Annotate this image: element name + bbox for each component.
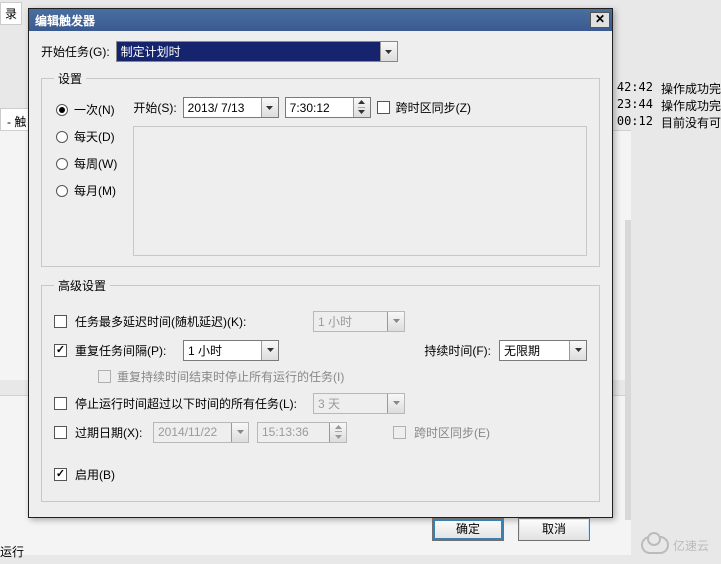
spinner-arrows-icon [353,98,370,117]
radio-icon [56,158,68,170]
enabled-label: 启用(B) [75,466,115,483]
chevron-down-icon [569,341,586,360]
bg-time: 23:44 [617,97,653,114]
bg-time: 42:42 [617,80,653,97]
duration-combo[interactable]: 无限期 [499,340,587,361]
tz-sync2-label: 跨时区同步(E) [414,424,490,441]
start-label: 开始(S): [133,99,176,116]
bg-scrollbar [625,220,631,520]
ok-button[interactable]: 确定 [432,518,504,541]
delay-checkbox[interactable] [54,315,67,328]
radio-weekly[interactable]: 每周(W) [56,155,117,172]
schedule-radios: 一次(N) 每天(D) 每周(W) 每月(M) [54,97,117,256]
repeat-checkbox[interactable] [54,344,67,357]
watermark: 亿速云 [641,536,709,554]
bg-msg: 目前没有可 [661,114,721,131]
stop-after-repeat-label: 重复持续时间结束时停止所有运行的任务(I) [117,368,344,385]
spinner-arrows-icon [329,423,346,442]
stop-if-longer-combo: 3 天 [313,393,405,414]
settings-legend: 设置 [54,70,86,87]
tz-sync-checkbox[interactable] [377,101,390,114]
chevron-down-icon [261,341,278,360]
bg-log-rows: 42:42 操作成功完 23:44 操作成功完 00:12 目前没有可 [617,80,721,131]
edit-trigger-dialog: 编辑触发器 ✕ 开始任务(G): 制定计划时 设置 一次(N) 每天(D) 每周… [28,8,613,518]
enabled-checkbox[interactable] [54,468,67,481]
bg-running: 运行 [0,543,24,560]
stop-if-longer-checkbox[interactable] [54,397,67,410]
chevron-down-icon [387,312,404,331]
dialog-title: 编辑触发器 [35,12,590,29]
chevron-down-icon [231,423,248,442]
chevron-down-icon [387,394,404,413]
schedule-detail-panel [133,126,587,256]
titlebar[interactable]: 编辑触发器 ✕ [29,9,612,31]
advanced-legend: 高级设置 [54,277,110,294]
begin-task-label: 开始任务(G): [41,43,110,60]
begin-task-combo[interactable]: 制定计划时 [116,41,398,62]
chevron-down-icon [380,42,397,61]
repeat-interval-combo[interactable]: 1 小时 [183,340,279,361]
chevron-down-icon [261,98,278,117]
radio-icon [56,104,68,116]
start-date-picker[interactable]: 2013/ 7/13 [183,97,279,118]
bg-msg: 操作成功完 [661,97,721,114]
bg-msg: 操作成功完 [661,80,721,97]
stop-after-repeat-checkbox [98,370,111,383]
close-button[interactable]: ✕ [590,12,610,28]
expire-date-picker: 2014/11/22 [153,422,249,443]
expire-checkbox[interactable] [54,426,67,439]
radio-icon [56,185,68,197]
tz-sync-label: 跨时区同步(Z) [396,99,471,116]
tz-sync2-checkbox [393,426,406,439]
expire-label: 过期日期(X): [75,424,145,441]
radio-daily[interactable]: 每天(D) [56,128,117,145]
radio-once[interactable]: 一次(N) [56,101,117,118]
expire-time-spinner: 15:13:36 [257,422,347,443]
stop-if-longer-label: 停止运行时间超过以下时间的所有任务(L): [75,395,305,412]
begin-task-value: 制定计划时 [117,43,380,60]
start-time-value: 7:30:12 [286,101,353,115]
repeat-label: 重复任务间隔(P): [75,342,175,359]
start-time-spinner[interactable]: 7:30:12 [285,97,371,118]
start-date-value: 2013/ 7/13 [184,101,261,115]
settings-group: 设置 一次(N) 每天(D) 每周(W) 每月(M) 开始(S): 2013/ … [41,70,600,267]
radio-icon [56,131,68,143]
delay-label: 任务最多延迟时间(随机延迟)(K): [75,313,305,330]
bg-time: 00:12 [617,114,653,131]
cancel-button[interactable]: 取消 [518,518,590,541]
duration-label: 持续时间(F): [424,342,491,359]
delay-combo: 1 小时 [313,311,405,332]
radio-monthly[interactable]: 每月(M) [56,182,117,199]
advanced-group: 高级设置 任务最多延迟时间(随机延迟)(K): 1 小时 重复任务间隔(P): … [41,277,600,502]
bg-record-tab: 录 [0,2,22,25]
